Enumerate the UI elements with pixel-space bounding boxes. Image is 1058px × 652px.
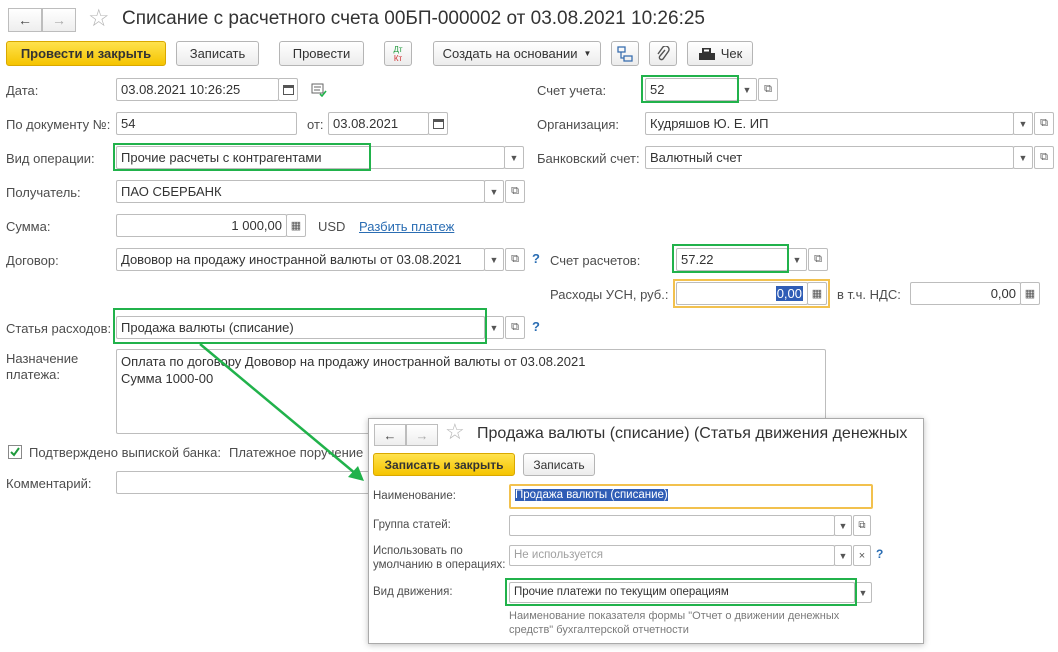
popup-title: Продажа валюты (списание) (Статья движен… bbox=[477, 425, 908, 442]
popup-default-clear-button[interactable]: × bbox=[853, 545, 871, 566]
popup-movement-dropdown[interactable]: ▼ bbox=[854, 582, 872, 603]
cash-flow-item-popup: ← → ☆ Продажа валюты (списание) (Статья … bbox=[368, 418, 924, 644]
open-icon: ⧉ bbox=[858, 520, 866, 531]
popup-movement-label: Вид движения: bbox=[373, 586, 453, 598]
popup-forward-button[interactable]: → bbox=[406, 424, 438, 446]
chevron-down-icon: ▼ bbox=[858, 587, 868, 598]
chevron-down-icon: ▼ bbox=[838, 520, 848, 531]
popup-group-open-button[interactable]: ⧉ bbox=[853, 515, 871, 536]
popup-back-button[interactable]: ← bbox=[374, 424, 406, 446]
popup-default-usage-field[interactable]: Не используется bbox=[509, 545, 835, 566]
popup-name-label: Наименование: bbox=[373, 490, 456, 502]
popup-group-label: Группа статей: bbox=[373, 519, 451, 531]
close-icon: × bbox=[858, 549, 866, 562]
popup-hint-line-2: средств" бухгалтерской отчетности bbox=[509, 624, 689, 636]
popup-group-field[interactable] bbox=[509, 515, 835, 536]
popup-save-button[interactable]: Записать bbox=[523, 453, 595, 476]
popup-group-dropdown[interactable]: ▼ bbox=[834, 515, 852, 536]
popup-name-field[interactable]: Продажа валюты (списание) bbox=[509, 484, 873, 509]
chevron-down-icon: ▼ bbox=[838, 550, 848, 561]
popup-default-help-icon[interactable]: ? bbox=[876, 547, 883, 561]
popup-favorite-star-icon[interactable]: ☆ bbox=[445, 419, 465, 445]
popup-save-close-button[interactable]: Записать и закрыть bbox=[373, 453, 515, 476]
popup-default-dropdown[interactable]: ▼ bbox=[834, 545, 852, 566]
popup-movement-field[interactable]: Прочие платежи по текущим операциям bbox=[509, 582, 855, 603]
popup-hint-line-1: Наименование показателя формы "Отчет о д… bbox=[509, 610, 840, 622]
popup-default-label-line-1: Использовать по bbox=[373, 545, 463, 557]
popup-name-value: Продажа валюты (списание) bbox=[515, 489, 668, 501]
popup-default-label-line-2: умолчанию в операциях: bbox=[373, 559, 506, 571]
